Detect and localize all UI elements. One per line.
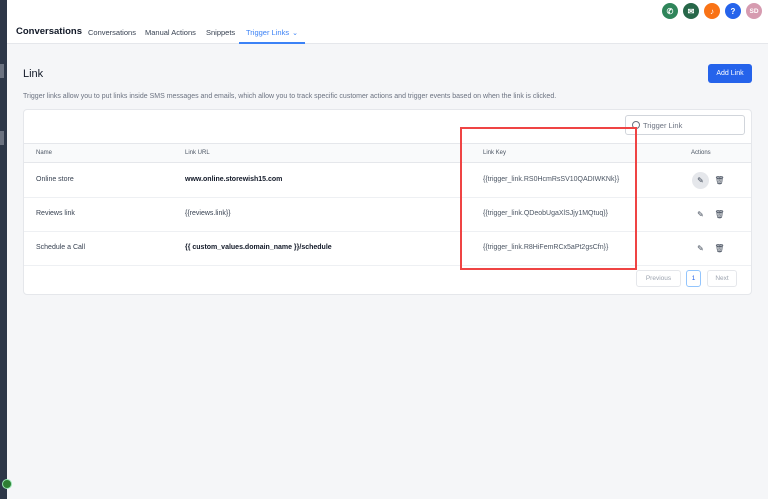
- edit-icon[interactable]: ✎: [692, 206, 709, 223]
- phone-icon[interactable]: ✆: [662, 3, 678, 19]
- table-row: Online store www.online.storewish15.com …: [24, 164, 751, 198]
- rail-marker: [0, 131, 4, 145]
- highlight-box: [460, 127, 637, 270]
- rail-marker: [0, 64, 4, 78]
- left-rail: [0, 0, 12, 499]
- row-url: www.online.storewish15.com: [185, 176, 283, 183]
- page-1-button[interactable]: 1: [686, 270, 701, 287]
- top-icons: ✆ ✉ ♪ ? SD: [662, 3, 762, 19]
- status-dot: [2, 479, 12, 489]
- trash-icon[interactable]: 🗑: [711, 172, 728, 189]
- app-title: Conversations: [16, 26, 82, 37]
- add-link-button[interactable]: Add Link: [708, 64, 752, 83]
- table-row: Reviews link {{reviews.link}} {{trigger_…: [24, 198, 751, 232]
- top-bar: Conversations Conversations Manual Actio…: [7, 0, 768, 44]
- header-link-url: Link URL: [185, 150, 210, 156]
- tab-conversations[interactable]: Conversations: [88, 28, 136, 37]
- tab-trigger-links[interactable]: Trigger Links ⌄: [246, 28, 298, 37]
- edit-icon[interactable]: ✎: [692, 172, 709, 189]
- previous-button[interactable]: Previous: [636, 270, 681, 287]
- page-description: Trigger links allow you to put links ins…: [23, 93, 557, 100]
- avatar[interactable]: SD: [746, 3, 762, 19]
- table-row: Schedule a Call {{ custom_values.domain_…: [24, 232, 751, 266]
- next-button[interactable]: Next: [707, 270, 737, 287]
- active-tab-indicator: [239, 42, 305, 44]
- header-actions: Actions: [691, 150, 711, 156]
- page-title: Link: [23, 68, 44, 80]
- megaphone-icon[interactable]: ✉: [683, 3, 699, 19]
- tab-trigger-links-label: Trigger Links: [246, 28, 290, 37]
- row-name: Reviews link: [36, 210, 75, 217]
- header-name: Name: [36, 150, 53, 156]
- help-icon[interactable]: ?: [725, 3, 741, 19]
- bell-icon[interactable]: ♪: [704, 3, 720, 19]
- tab-snippets[interactable]: Snippets: [206, 28, 235, 37]
- row-url: {{ custom_values.domain_name }}/schedule: [185, 244, 332, 251]
- trash-icon[interactable]: 🗑: [711, 240, 728, 257]
- links-card: Trigger Link Name Link URL Link Key Acti…: [23, 109, 752, 295]
- search-placeholder: Trigger Link: [643, 120, 683, 130]
- edit-icon[interactable]: ✎: [692, 240, 709, 257]
- trash-icon[interactable]: 🗑: [711, 206, 728, 223]
- chevron-down-icon: ⌄: [292, 30, 298, 37]
- row-name: Schedule a Call: [36, 244, 86, 251]
- row-url: {{reviews.link}}: [185, 210, 231, 217]
- table-header: Name Link URL Link Key Actions: [24, 143, 751, 163]
- search-input[interactable]: Trigger Link: [625, 115, 745, 135]
- tab-manual-actions[interactable]: Manual Actions: [145, 28, 196, 37]
- row-name: Online store: [36, 176, 74, 183]
